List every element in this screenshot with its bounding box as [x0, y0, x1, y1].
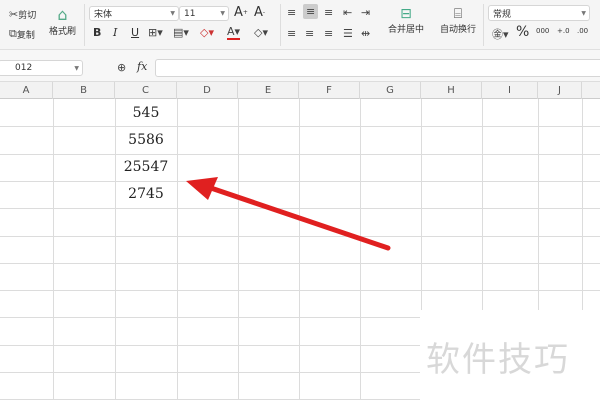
watermark: 软件技巧 [426, 340, 570, 380]
